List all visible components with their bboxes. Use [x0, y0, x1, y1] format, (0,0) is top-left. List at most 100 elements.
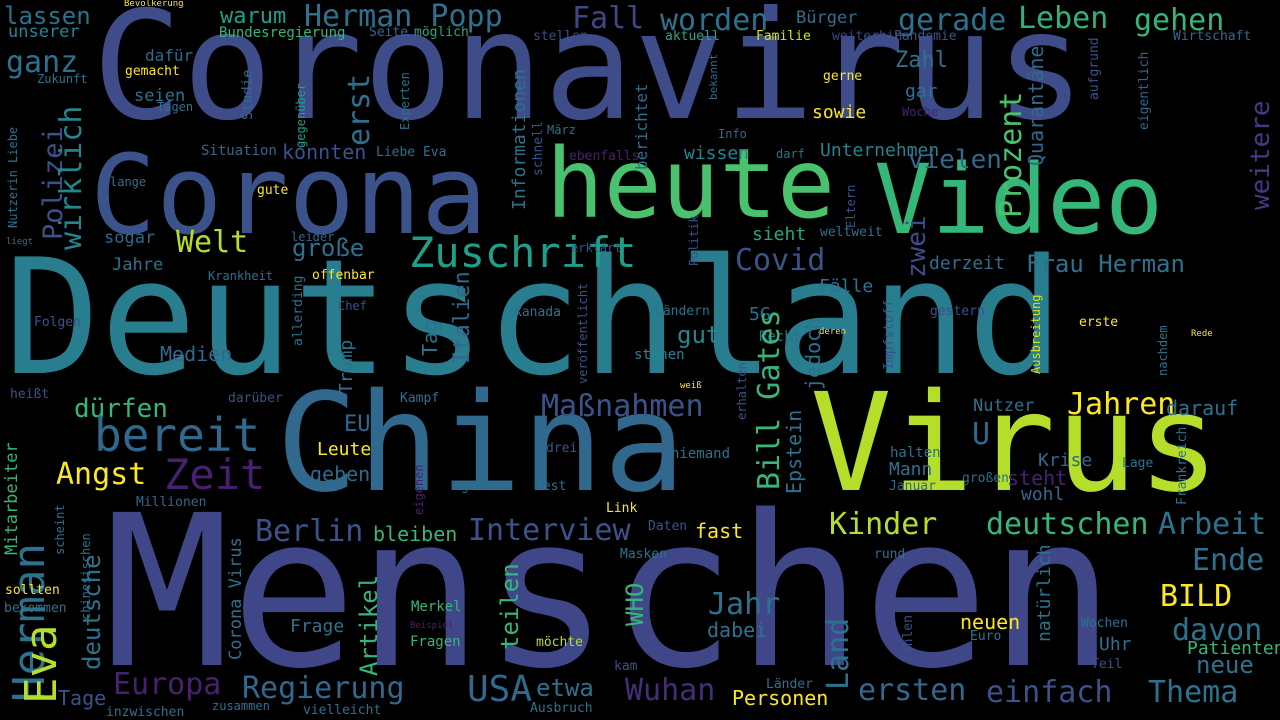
word-stellen: stellen: [533, 29, 588, 44]
word-eltern: Eltern: [844, 184, 858, 228]
word-tagen: Tagen: [157, 100, 194, 114]
word-sowie: sowie: [812, 102, 867, 123]
word-italien: Italien: [450, 271, 475, 364]
word-offenbar: offenbar: [312, 268, 375, 283]
word-fragen: Fragen: [410, 634, 461, 650]
word-situation: Situation: [201, 143, 277, 159]
word-fast: fast: [695, 519, 744, 543]
word-u: U: [972, 417, 991, 452]
word-neue: neue: [1196, 651, 1254, 679]
word-mitarbeiter: Mitarbeiter: [2, 442, 22, 555]
word-nachdem: nachdem: [1156, 325, 1170, 376]
word-usa: USA: [467, 669, 533, 710]
word-lage: Lage: [1122, 456, 1154, 471]
word-dafur: dafür: [145, 46, 194, 65]
word-einfach: einfach: [986, 675, 1113, 710]
word-rede: Rede: [1191, 329, 1213, 339]
word-wirtschaft: Wirtschaft: [1173, 29, 1252, 44]
word-allerding: allerding: [291, 275, 306, 346]
word-covid: Covid: [735, 243, 826, 278]
word-merkel: Merkel: [411, 599, 462, 615]
word-kam: kam: [614, 659, 638, 674]
word-masken: Masken: [620, 547, 667, 562]
word-bleiben: bleiben: [373, 522, 458, 546]
word-informationen: Informationen: [509, 69, 530, 210]
word-nutzer: Nutzer: [973, 396, 1035, 416]
word-derzeit: derzeit: [929, 253, 1005, 274]
word-aufgrund: aufgrund: [1087, 37, 1102, 100]
word-konnten: könnten: [282, 140, 367, 164]
word-liegt: liegt: [6, 237, 34, 247]
word-berlin: Berlin: [255, 514, 364, 549]
word-frau-herman: Frau Herman: [1026, 250, 1185, 278]
word-daruber: darüber: [228, 391, 283, 406]
word-erste: erste: [1079, 315, 1119, 330]
word-wuhan: Wuhan: [625, 673, 716, 708]
word-sogar: sogar: [104, 228, 156, 248]
word-drei: drei: [546, 441, 578, 456]
word-seite: Seite: [369, 25, 409, 40]
word-bekommen: bekommen: [4, 601, 67, 616]
word-eu: EU: [344, 412, 371, 437]
word-gestern: gestern: [930, 304, 985, 319]
word-politik: Politik: [687, 215, 701, 266]
word-ebenfalls: ebenfalls: [569, 149, 640, 164]
word-folgen: Folgen: [34, 315, 81, 330]
word-familie: Familie: [756, 29, 811, 44]
word-gut: gut: [677, 321, 721, 349]
word-darf: darf: [776, 147, 805, 161]
word-medien: Medien: [160, 342, 233, 366]
word-artikel: Artikel: [355, 574, 383, 676]
word-jahren: Jahren: [1067, 387, 1176, 422]
word-vielleicht: vielleicht: [303, 703, 382, 718]
word-ende: Ende: [1192, 543, 1265, 578]
word-wochen: Wochen: [1081, 616, 1128, 631]
word-falle: Fälle: [819, 276, 874, 297]
word-wohl: wohl: [1021, 484, 1065, 505]
word-schnell: schnell: [531, 121, 546, 176]
word-erhalten: erhalten: [735, 362, 749, 420]
word-teilen: teilen: [496, 563, 524, 650]
word-corona-virus: Corona Virus: [226, 537, 246, 660]
word-gar: gar: [905, 81, 938, 102]
word-jahre: Jahre: [112, 255, 164, 275]
word-gute: gute: [257, 183, 289, 198]
word-prozent: Prozent: [994, 91, 1029, 218]
word-erst: erst: [342, 73, 377, 146]
word-jedoch: jedoch: [801, 317, 825, 390]
word-eigenen: eigenen: [412, 464, 426, 515]
word-gerne: gerne: [823, 69, 863, 84]
word-quarantane: Quarantäne: [1024, 45, 1048, 166]
word-wirklich: wirklich: [54, 105, 89, 251]
word-zukunft: Zukunft: [37, 72, 88, 86]
word-ausbreitung: Ausbreitung: [1029, 294, 1043, 374]
word-woche: Woche: [902, 105, 939, 119]
word-frage: Frage: [290, 616, 345, 637]
word-beispiel: Beispiel: [410, 621, 454, 631]
word-krankheit: Krankheit: [208, 269, 274, 283]
word-leider: leider: [291, 230, 335, 244]
word-millionen: Millionen: [136, 495, 207, 510]
word-daten: Daten: [648, 519, 688, 534]
word-gemacht: gemacht: [125, 64, 180, 79]
word-sollten: sollten: [5, 583, 60, 598]
word-impfstoff: Impfstoff: [882, 299, 897, 370]
word-deutschen: deutschen: [986, 507, 1149, 542]
word-kinder: Kinder: [829, 507, 938, 542]
word-studie: Studie: [240, 69, 256, 120]
word-zahlen: Zahlen: [901, 615, 916, 662]
word-arbeit: Arbeit: [1158, 507, 1267, 542]
word-thema: Thema: [1148, 675, 1239, 710]
word-weitere: weitere: [1246, 100, 1276, 210]
word-epstein: Epstein: [782, 409, 806, 494]
word-pandemie: Pandemie: [894, 29, 957, 44]
word-mochte: möchte: [536, 635, 583, 650]
word-europa: Europa: [113, 667, 222, 702]
word-geben: geben: [310, 462, 371, 486]
word-nutzerin-liebe: Nutzerin Liebe: [6, 126, 20, 228]
word-bekannt: bekannt: [707, 53, 720, 100]
word-personen: Personen: [732, 686, 829, 710]
word-zeit: Zeit: [164, 450, 266, 499]
word-stehen: stehen: [634, 347, 685, 363]
word-leute: Leute: [317, 439, 372, 460]
